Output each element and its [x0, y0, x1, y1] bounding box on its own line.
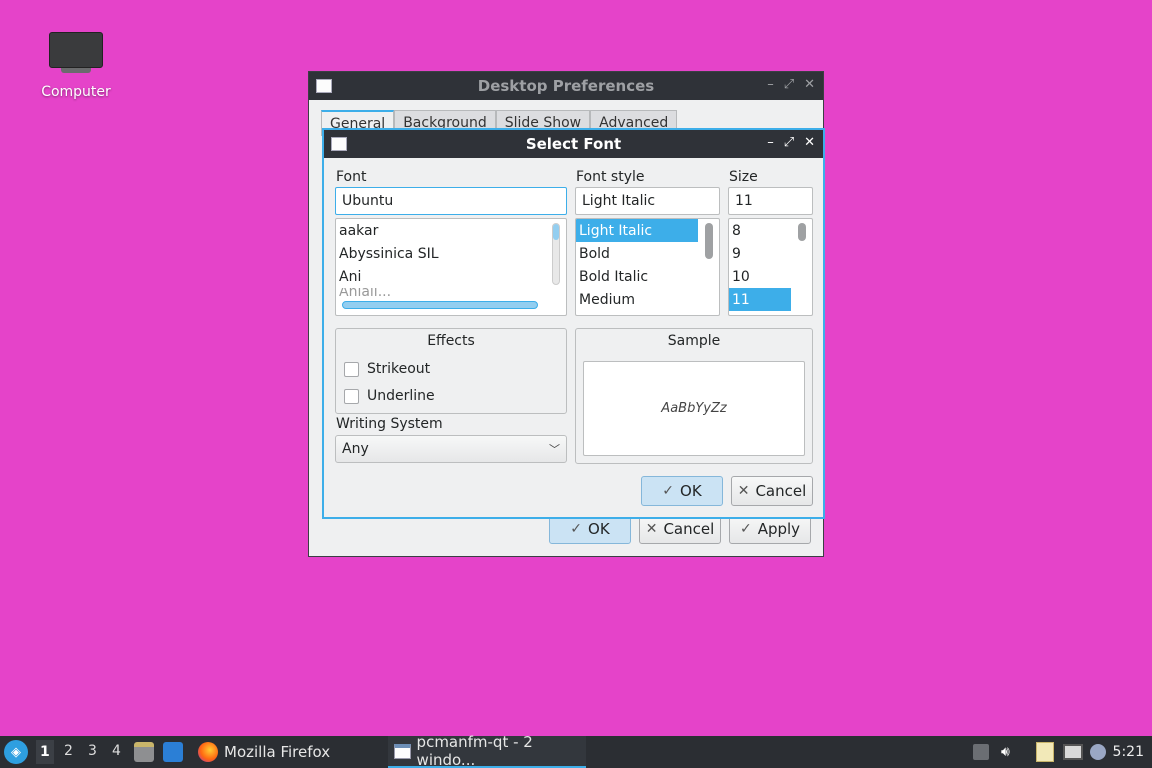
battery-icon[interactable]	[973, 744, 989, 760]
font-name-input[interactable]: Ubuntu	[335, 187, 567, 215]
strikeout-label: Strikeout	[367, 361, 431, 377]
list-item[interactable]: Ani	[336, 265, 566, 288]
desktop-switch-1[interactable]: 1	[36, 740, 54, 764]
list-item[interactable]: 10	[729, 265, 812, 288]
font-cancel-button[interactable]: ✕ Cancel	[731, 476, 813, 506]
scroll-thumb[interactable]	[553, 224, 559, 240]
strikeout-checkbox[interactable]: Strikeout	[344, 361, 430, 377]
list-item[interactable]: Medium	[576, 288, 719, 311]
window-app-icon	[316, 79, 332, 93]
writing-system-value: Any	[342, 441, 369, 457]
list-item[interactable]: Bold Italic	[576, 265, 719, 288]
maximize-icon[interactable]: ⤢	[784, 135, 794, 150]
chevron-down-icon: ﹀	[549, 443, 560, 456]
scroll-thumb[interactable]	[705, 223, 713, 259]
firefox-icon	[198, 742, 218, 762]
notification-icon[interactable]	[1090, 744, 1106, 760]
font-style-input[interactable]: Light Italic	[575, 187, 720, 215]
scroll-thumb[interactable]	[798, 223, 806, 241]
network-icon[interactable]	[1063, 744, 1083, 760]
effects-group: Effects Strikeout Underline	[335, 328, 567, 414]
writing-system-label: Writing System	[336, 416, 443, 432]
taskbar: ◈ 1 2 3 4 Mozilla Firefox pcmanfm-qt - 2…	[0, 733, 1152, 768]
size-list-vscrollbar[interactable]	[798, 223, 806, 243]
underline-checkbox[interactable]: Underline	[344, 388, 435, 404]
sample-title: Sample	[667, 333, 721, 349]
prefs-ok-label: OK	[588, 520, 610, 538]
font-style-list[interactable]: Light Italic Bold Bold Italic Medium	[575, 218, 720, 316]
underline-label: Underline	[367, 388, 435, 404]
minimize-icon[interactable]: –	[767, 135, 774, 150]
list-item[interactable]: Light Italic	[576, 219, 698, 242]
font-style-label: Font style	[576, 169, 645, 185]
clipboard-icon[interactable]	[1036, 742, 1054, 762]
pcmanfm-task-label: pcmanfm-qt - 2 windo...	[416, 733, 533, 768]
font-ok-label: OK	[680, 482, 702, 500]
effects-title: Effects	[427, 333, 475, 349]
check-icon: ✓	[570, 521, 583, 537]
taskbar-item-firefox[interactable]: Mozilla Firefox	[194, 736, 334, 768]
font-dialog-title: Select Font	[525, 135, 622, 153]
minimize-icon[interactable]: –	[767, 77, 774, 92]
font-size-list[interactable]: 8 9 10 11	[728, 218, 813, 316]
start-menu-icon[interactable]: ◈	[4, 740, 28, 764]
prefs-titlebar[interactable]: Desktop Preferences – ⤢ ✕	[309, 72, 823, 100]
prefs-apply-label: Apply	[757, 520, 801, 538]
show-desktop-icon[interactable]	[163, 742, 183, 762]
font-dialog-titlebar[interactable]: Select Font – ⤢ ✕	[324, 130, 823, 158]
check-icon: ✓	[739, 521, 752, 537]
font-list[interactable]: aakar Abyssinica SIL Ani Anjali...	[335, 218, 567, 316]
list-item[interactable]: Bold	[576, 242, 719, 265]
size-label: Size	[729, 169, 758, 185]
close-icon[interactable]: ✕	[804, 77, 815, 92]
writing-system-select[interactable]: Any ﹀	[335, 435, 567, 463]
window-app-icon	[331, 137, 347, 151]
list-item[interactable]: Anjali...	[336, 288, 566, 296]
desktop-switch-2[interactable]: 2	[64, 743, 73, 759]
computer-desktop-icon[interactable]: Computer	[30, 28, 122, 100]
font-list-vscrollbar[interactable]	[552, 223, 560, 285]
list-item[interactable]: Abyssinica SIL	[336, 242, 566, 265]
maximize-icon[interactable]: ⤢	[784, 77, 794, 92]
sample-group: Sample AaBbYyZz	[575, 328, 813, 464]
font-label: Font	[336, 169, 367, 185]
sample-preview: AaBbYyZz	[583, 361, 805, 456]
font-ok-button[interactable]: ✓ OK	[641, 476, 723, 506]
firefox-task-label: Mozilla Firefox	[224, 743, 331, 761]
prefs-title: Desktop Preferences	[477, 77, 655, 95]
font-size-input[interactable]: 11	[728, 187, 813, 215]
list-item[interactable]: aakar	[336, 219, 566, 242]
font-cancel-label: Cancel	[755, 482, 807, 500]
volume-icon[interactable]: 🔊︎	[1001, 744, 1017, 760]
close-icon[interactable]: ✕	[804, 135, 815, 150]
desktop-switch-4[interactable]: 4	[112, 743, 121, 759]
x-icon: ✕	[737, 483, 750, 499]
clock[interactable]: 5:21	[1113, 744, 1144, 760]
list-item[interactable]: 9	[729, 242, 812, 265]
check-icon: ✓	[662, 483, 675, 499]
file-manager-icon[interactable]	[134, 742, 154, 762]
computer-label: Computer	[41, 84, 111, 100]
taskbar-item-pcmanfm[interactable]: pcmanfm-qt - 2 windo...	[388, 733, 586, 768]
font-list-hscrollbar[interactable]	[342, 301, 538, 309]
x-icon: ✕	[645, 521, 658, 537]
checkbox-box[interactable]	[344, 388, 359, 404]
style-list-vscrollbar[interactable]	[705, 223, 713, 261]
select-font-dialog: Select Font – ⤢ ✕ Font Ubuntu aakar Abys…	[322, 128, 825, 519]
monitor-icon	[49, 28, 103, 74]
window-app-icon	[394, 743, 411, 759]
desktop-switch-3[interactable]: 3	[88, 743, 97, 759]
prefs-cancel-label: Cancel	[663, 520, 715, 538]
list-item[interactable]: 11	[729, 288, 791, 311]
checkbox-box[interactable]	[344, 361, 359, 377]
